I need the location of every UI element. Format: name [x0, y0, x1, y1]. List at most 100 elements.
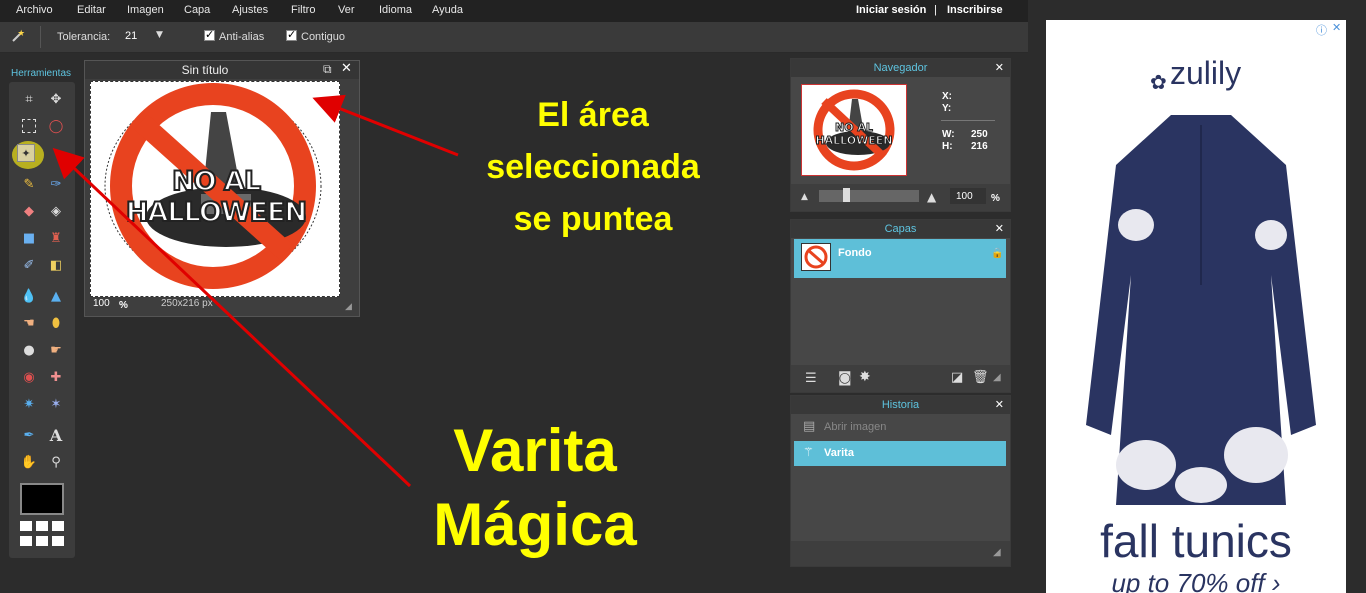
options-divider [40, 26, 41, 48]
history-item-label: Varita [824, 447, 854, 459]
signup-link[interactable]: Inscribirse [947, 4, 1003, 16]
layer-styles-icon[interactable]: ✸ [859, 369, 871, 385]
layer-mask-icon[interactable]: ◙ [838, 370, 852, 386]
menu-ver[interactable]: Ver [338, 4, 355, 16]
navigator-preview-caption: NO AL HALLOWEEN [815, 121, 893, 148]
menu-capa[interactable]: Capa [184, 4, 210, 16]
spot-heal-tool-icon[interactable]: ✚ [46, 367, 66, 387]
menu-archivo[interactable]: Archivo [16, 4, 53, 16]
wand-annotation-line2: Mágica [433, 491, 637, 558]
history-title: Historia [791, 396, 1010, 414]
bloat-tool-icon[interactable]: ✷ [19, 394, 39, 414]
foreground-color-swatch[interactable] [20, 483, 64, 515]
ad-banner[interactable]: ⓘ ✕ ✿ zulily fall tunics up to 70% off › [1046, 20, 1346, 593]
lock-icon: 🔒 [991, 248, 1004, 259]
selection-annotation-line1: El área [537, 96, 649, 134]
antialias-checkbox[interactable] [204, 28, 215, 41]
type-tool-icon[interactable]: A [46, 425, 66, 445]
tolerance-input[interactable]: 21 [125, 30, 137, 42]
zoom-slider-handle[interactable] [843, 188, 850, 202]
nav-divider [941, 120, 995, 121]
menu-ajustes[interactable]: Ajustes [232, 4, 268, 16]
ad-info-icon[interactable]: ⓘ [1316, 22, 1327, 38]
pencil-tool-icon[interactable]: ✎ [19, 174, 39, 194]
history-item-active[interactable]: ⚚ Varita [794, 441, 1006, 466]
sharpen-tool-icon[interactable]: ▲ [46, 286, 66, 306]
new-layer-icon[interactable]: ◪ [951, 370, 963, 385]
blur-tool-icon[interactable]: 💧 [19, 286, 39, 306]
layers-close-icon[interactable]: ✕ [995, 222, 1004, 235]
drawing-tool-icon[interactable]: ◧ [46, 255, 66, 275]
move-tool-icon[interactable]: ✥ [46, 89, 66, 109]
dodge-tool-icon[interactable]: ☛ [46, 340, 66, 360]
lasso-tool-icon[interactable]: ◯ [46, 116, 66, 136]
burn-tool-icon[interactable]: ● [19, 340, 39, 360]
magic-wand-icon [12, 29, 25, 42]
zoom-unit: % [119, 300, 128, 311]
magic-wand-tool-icon[interactable]: ✦ [17, 144, 35, 162]
ad-close-icon[interactable]: ✕ [1332, 21, 1341, 34]
layer-row[interactable]: Fondo 🔒 [794, 239, 1006, 278]
image-canvas[interactable]: NO AL HALLOWEEN [90, 81, 340, 297]
zoom-out-icon[interactable]: ▲ [801, 192, 808, 202]
stamp-tool-icon[interactable]: ♜ [46, 228, 66, 248]
smudge-tool-icon[interactable]: ☚ [19, 313, 39, 333]
nav-x-label: X: [942, 91, 952, 102]
wand-annotation-line1: Varita [453, 417, 617, 484]
crop-tool-icon[interactable]: ⌗ [19, 89, 39, 109]
color-picker-tool-icon[interactable]: ✒ [19, 425, 39, 445]
gradient-tool-icon[interactable]: ■ [19, 228, 39, 248]
menu-editar[interactable]: Editar [77, 4, 106, 16]
zoom-value[interactable]: 100 [93, 298, 110, 309]
history-close-icon[interactable]: ✕ [995, 398, 1004, 411]
image-window-title: Sin título [181, 63, 229, 77]
nav-w-value: 250 [971, 129, 988, 140]
close-icon[interactable]: ✕ [341, 61, 352, 76]
ad-headline: fall tunics [1100, 515, 1292, 567]
auth-separator: | [934, 4, 937, 16]
zoom-in-icon[interactable]: ▲ [927, 190, 936, 204]
preset-swatches[interactable] [20, 521, 66, 547]
eraser-tool-icon[interactable]: ◆ [19, 201, 39, 221]
image-caption: NO AL HALLOWEEN [125, 165, 308, 229]
layer-settings-icon[interactable]: ☰ [805, 371, 817, 386]
menu-imagen[interactable]: Imagen [127, 4, 164, 16]
image-window: Sin título ⧉ ✕ NO AL HALLOWEEN 100 % 250… [84, 60, 360, 317]
selection-annotation-line3: se puntea [513, 200, 673, 238]
delete-layer-icon[interactable]: 🗑 [972, 370, 989, 385]
menu-ayuda[interactable]: Ayuda [432, 4, 463, 16]
selection-annotation-line2: seleccionada [486, 148, 700, 186]
menu-idioma[interactable]: Idioma [379, 4, 412, 16]
login-link[interactable]: Iniciar sesión [856, 4, 926, 16]
maximize-icon[interactable]: ⧉ [323, 62, 332, 77]
brush-tool-icon[interactable]: ✑ [46, 174, 66, 194]
layers-resize-icon[interactable]: ◢ [993, 372, 1001, 383]
menu-filtro[interactable]: Filtro [291, 4, 315, 16]
tools-panel: ⌗ ✥ ◯ ✦ ✎ ✑ ◆ ◈ ■ ♜ ✐ ◧ 💧 ▲ ☚ ⬮ ● ☛ ◉ ✚ … [9, 82, 75, 558]
red-eye-tool-icon[interactable]: ◉ [19, 367, 39, 387]
zoom-slider[interactable] [819, 190, 919, 202]
contiguous-checkbox[interactable] [286, 28, 297, 41]
zulily-logo-icon: ✿ [1150, 70, 1167, 94]
resize-handle-icon[interactable]: ◢ [345, 301, 352, 312]
tolerance-dropdown-icon[interactable]: ▼ [156, 30, 163, 40]
hand-tool-icon[interactable]: ✋ [19, 452, 39, 472]
history-item-label: Abrir imagen [824, 421, 887, 433]
wand-annotation: Varita Mágica [410, 414, 660, 562]
sponge-tool-icon[interactable]: ⬮ [46, 313, 66, 333]
bucket-tool-icon[interactable]: ◈ [46, 201, 66, 221]
nav-h-value: 216 [971, 141, 988, 152]
navigator-close-icon[interactable]: ✕ [995, 61, 1004, 74]
selection-annotation: El área seleccionada se puntea [462, 89, 724, 245]
marquee-tool-icon[interactable] [19, 116, 39, 136]
history-resize-icon[interactable]: ◢ [993, 547, 1001, 558]
navigator-preview[interactable]: NO AL HALLOWEEN [801, 84, 907, 176]
pinch-tool-icon[interactable]: ✶ [46, 394, 66, 414]
color-replace-tool-icon[interactable]: ✐ [19, 255, 39, 275]
layers-title: Capas [791, 220, 1010, 238]
document-icon: ▤ [803, 419, 816, 434]
layer-name: Fondo [838, 247, 872, 259]
history-item[interactable]: ▤ Abrir imagen [794, 416, 1006, 440]
nav-zoom-value: 100 [956, 191, 973, 202]
zoom-tool-icon[interactable]: ⚲ [46, 452, 66, 472]
